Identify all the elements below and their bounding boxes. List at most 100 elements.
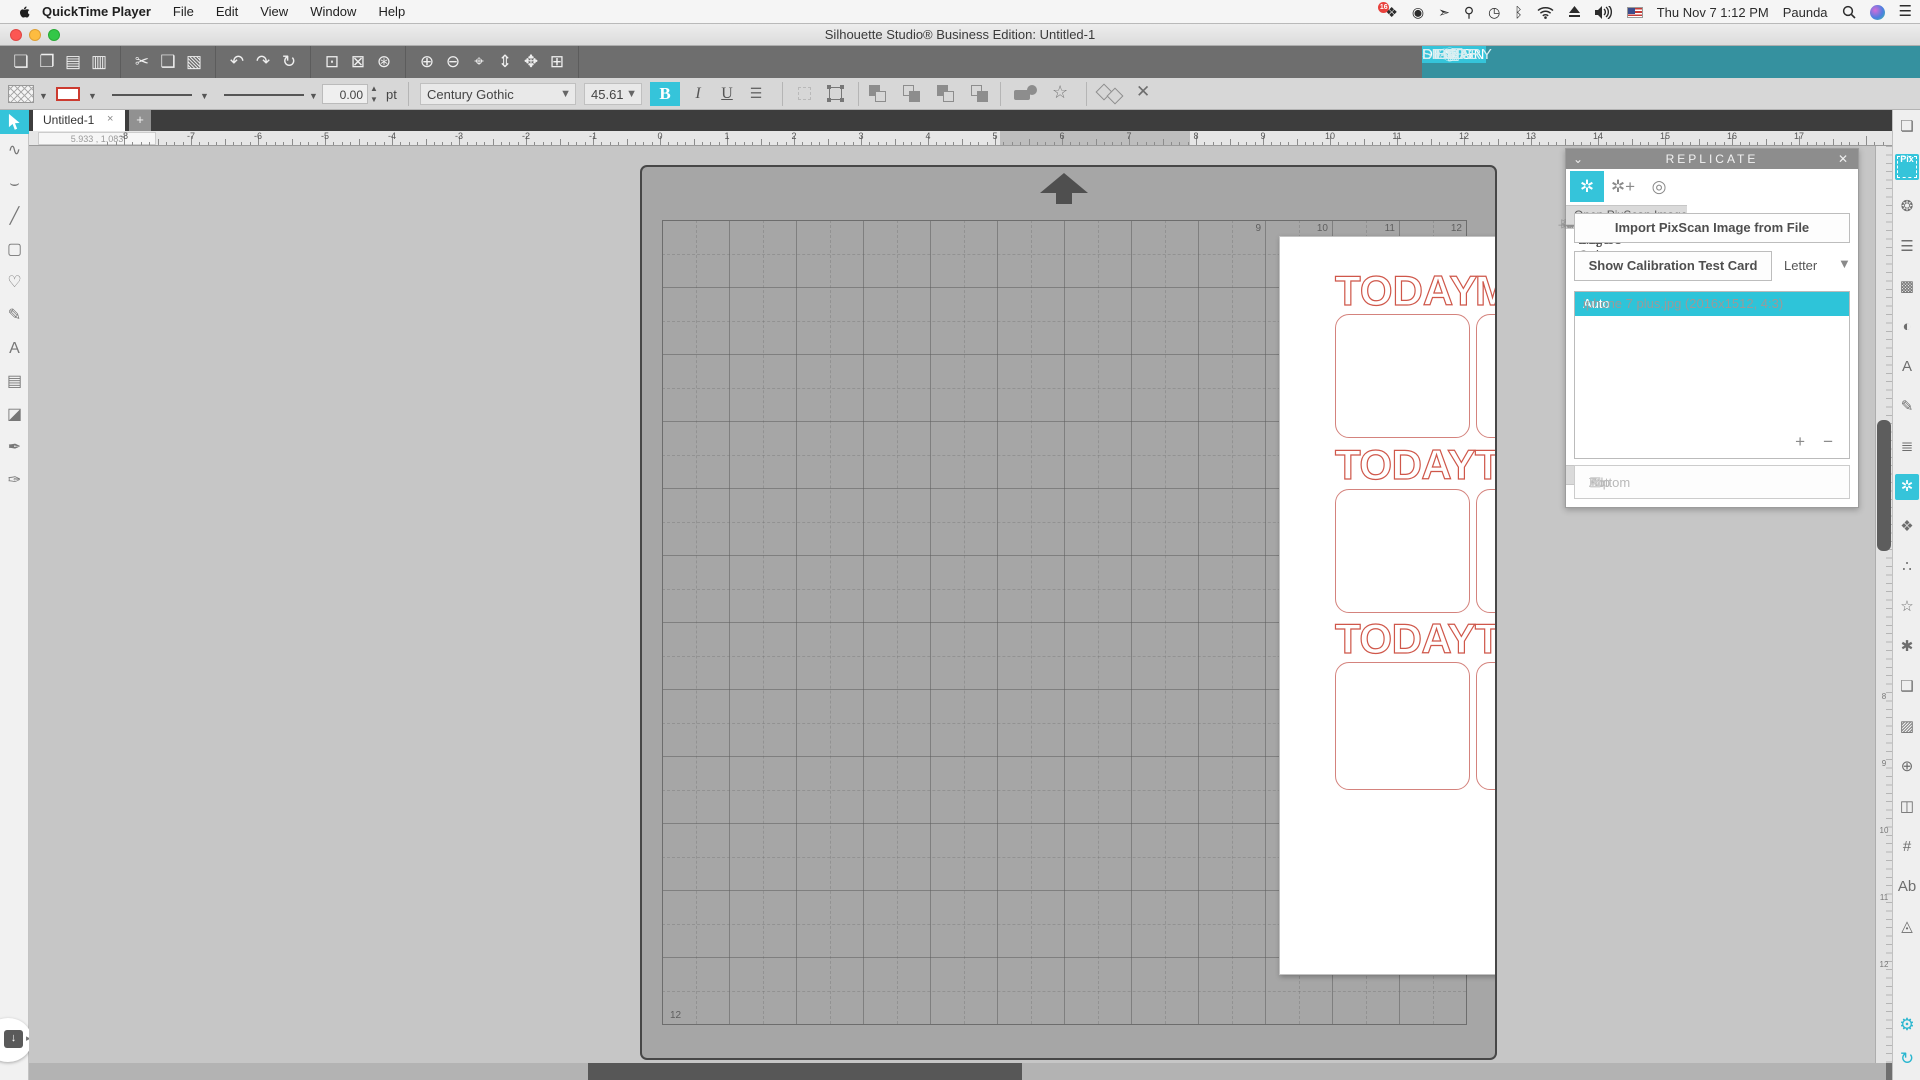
- favorite-style-icon[interactable]: ☆: [1052, 82, 1068, 103]
- character-spacing-icon[interactable]: Ab: [1895, 874, 1919, 900]
- horizontal-scrollbar[interactable]: [29, 1063, 1886, 1080]
- notification-center-icon[interactable]: ☰: [1899, 0, 1912, 24]
- fill-color-swatch[interactable]: [8, 85, 34, 103]
- deselect-icon[interactable]: ⊠: [345, 52, 371, 72]
- eraser-tool[interactable]: ◪: [0, 398, 29, 431]
- text-tool[interactable]: A: [0, 332, 29, 365]
- shadow-icon[interactable]: ◐: [1895, 314, 1919, 340]
- menu-edit[interactable]: Edit: [216, 4, 238, 19]
- underline-button[interactable]: U: [714, 82, 740, 106]
- line-style-preview[interactable]: [112, 94, 192, 96]
- menu-window[interactable]: Window: [310, 4, 356, 19]
- send-backward-icon[interactable]: [902, 84, 924, 104]
- sticker-tool[interactable]: ▤: [0, 365, 29, 398]
- replicate-advanced-tab[interactable]: ✲+: [1606, 171, 1640, 202]
- print-icon[interactable]: ▥: [86, 52, 112, 72]
- replicate-icon[interactable]: ✲: [1895, 474, 1919, 500]
- line-weight-input[interactable]: 0.00: [322, 84, 368, 104]
- scatter-icon[interactable]: ∴: [1895, 554, 1919, 580]
- draw-tool[interactable]: ✎: [0, 299, 29, 332]
- grid-3d-icon[interactable]: #: [1895, 834, 1919, 860]
- cut-rectangle[interactable]: [1335, 662, 1470, 790]
- menu-help[interactable]: Help: [378, 4, 405, 19]
- sketch-icon[interactable]: ✎: [1895, 394, 1919, 420]
- remote-app-icon[interactable]: ➣: [1438, 0, 1450, 24]
- menu-app-name[interactable]: QuickTime Player: [42, 4, 151, 19]
- page-setup-icon[interactable]: ❏: [1895, 114, 1919, 140]
- paste-icon[interactable]: ▧: [181, 52, 207, 72]
- weld-icon[interactable]: [1014, 84, 1044, 104]
- cut-rectangle[interactable]: [1476, 662, 1497, 790]
- lasso-select-tool[interactable]: ∿: [0, 134, 29, 167]
- cut-rectangle[interactable]: [1476, 489, 1497, 613]
- font-size-select[interactable]: 45.61 ▼: [584, 83, 642, 105]
- sphere-warp-icon[interactable]: ⊕: [1895, 754, 1919, 780]
- zoom-in-icon[interactable]: ⊕: [414, 52, 440, 72]
- cut-text-header[interactable]: MONTH: [1475, 267, 1497, 315]
- fill-color-icon[interactable]: ❂: [1895, 194, 1919, 220]
- italic-button[interactable]: I: [685, 82, 711, 106]
- font-size-dropdown-arrow[interactable]: ▼: [626, 88, 637, 100]
- copy-icon[interactable]: ❑: [155, 52, 181, 72]
- offset-icon[interactable]: ☆: [1895, 594, 1919, 620]
- tab-send[interactable]: ✇SEND: [1422, 46, 1468, 63]
- apple-menu-icon[interactable]: [18, 4, 31, 19]
- scale-handles-off-icon[interactable]: [795, 84, 817, 104]
- hatch-fill-icon[interactable]: ▨: [1895, 714, 1919, 740]
- shape-heart-tool[interactable]: ♡: [0, 266, 29, 299]
- document-tab[interactable]: Untitled-1 ×: [33, 110, 125, 131]
- text-style-icon[interactable]: A: [1895, 354, 1919, 380]
- vertical-scrollbar-thumb[interactable]: [1877, 420, 1891, 551]
- zoom-out-icon[interactable]: ⊖: [440, 52, 466, 72]
- horizontal-scrollbar-thumb[interactable]: [588, 1063, 1022, 1080]
- point-editor-tool[interactable]: ⌣: [0, 167, 29, 200]
- wifi-icon[interactable]: [1537, 6, 1554, 19]
- line-style-dropdown-arrow[interactable]: ▼: [200, 91, 209, 101]
- volume-icon[interactable]: [1595, 6, 1613, 19]
- siri-icon[interactable]: [1870, 5, 1885, 20]
- menubar-clock[interactable]: Thu Nov 7 1:12 PM: [1657, 5, 1769, 20]
- ungroup-icon[interactable]: ✕: [1136, 82, 1150, 102]
- undo-icon[interactable]: ↶: [224, 52, 250, 72]
- bring-to-front-icon[interactable]: [936, 84, 958, 104]
- line-weight-stepper[interactable]: ▲▼: [370, 83, 378, 105]
- cut-rectangle[interactable]: [1335, 314, 1470, 438]
- cut-text-header[interactable]: TODAYTODAYTODAY: [1335, 441, 1497, 489]
- panel-close-icon[interactable]: ✕: [1838, 149, 1851, 169]
- remove-bottom-button[interactable]: ⊠Bottom: [1589, 475, 1673, 490]
- paper-size-select[interactable]: Letter: [1784, 258, 1817, 273]
- new-file-icon[interactable]: ❏: [8, 52, 34, 72]
- new-document-tab-button[interactable]: +: [129, 110, 151, 131]
- puzzle-icon[interactable]: ✱: [1895, 634, 1919, 660]
- cut-rectangle[interactable]: [1335, 489, 1470, 613]
- bring-forward-icon[interactable]: [868, 84, 890, 104]
- redo-icon[interactable]: ↷: [250, 52, 276, 72]
- cut-text-header[interactable]: TODAY: [1335, 267, 1470, 315]
- refresh-theme-icon[interactable]: ↻: [1895, 1046, 1919, 1072]
- app-updates-icon[interactable]: ❖16: [1385, 0, 1398, 24]
- zoom-selection-icon[interactable]: ⌖: [466, 52, 492, 72]
- layers-icon[interactable]: ❑: [1895, 674, 1919, 700]
- transform-icon[interactable]: ≣: [1895, 434, 1919, 460]
- time-machine-icon[interactable]: ◷: [1488, 0, 1500, 24]
- modify-weld-icon[interactable]: ❖: [1895, 514, 1919, 540]
- justify-button[interactable]: ☰: [743, 82, 769, 106]
- font-family-dropdown-arrow[interactable]: ▼: [560, 88, 571, 100]
- revert-icon[interactable]: ↻: [276, 52, 302, 72]
- input-language-flag-icon[interactable]: [1627, 7, 1643, 18]
- show-calibration-button[interactable]: Show Calibration Test Card: [1574, 251, 1772, 281]
- send-to-back-icon[interactable]: [970, 84, 992, 104]
- corner-style-dropdown-arrow[interactable]: ▼: [309, 91, 318, 101]
- open-file-icon[interactable]: ❐: [34, 52, 60, 72]
- cut-text-header[interactable]: TODAYTODAYTODAY: [1335, 615, 1497, 663]
- menubar-user[interactable]: Paunda: [1783, 5, 1828, 20]
- panel-collapse-icon[interactable]: ⌄: [1573, 149, 1586, 169]
- corner-style-preview[interactable]: [224, 94, 304, 96]
- user-status-icon[interactable]: ⚲: [1464, 0, 1474, 24]
- knife-tool[interactable]: ✒: [0, 431, 29, 464]
- select-tool[interactable]: [0, 110, 29, 134]
- list-add-button[interactable]: +: [1795, 432, 1805, 452]
- menu-view[interactable]: View: [260, 4, 288, 19]
- preferences-icon[interactable]: ⚙: [1895, 1012, 1919, 1038]
- bluetooth-icon[interactable]: ᛒ: [1514, 0, 1522, 24]
